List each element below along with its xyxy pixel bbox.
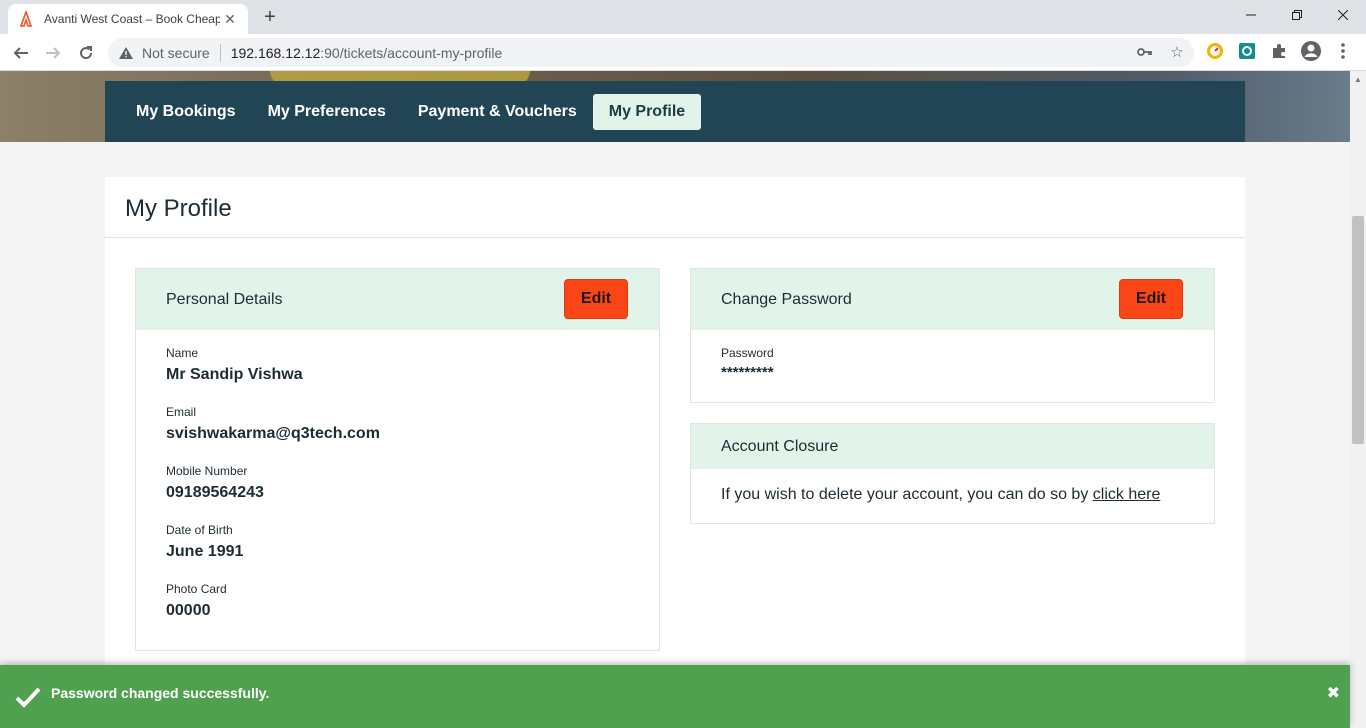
field-value: 09189564243 (166, 484, 264, 501)
url-path: :90/tickets/account-my-profile (320, 44, 503, 61)
avanti-favicon-icon (18, 11, 34, 27)
account-closure-heading: Account Closure (721, 437, 839, 455)
field-password: Password ********* (721, 346, 1214, 381)
edit-personal-details-button[interactable]: Edit (564, 279, 628, 319)
field-name: Name Mr Sandip Vishwa (166, 346, 659, 384)
field-value: Mr Sandip Vishwa (166, 366, 303, 383)
field-value: June 1991 (166, 543, 244, 560)
closure-message: If you wish to delete your account, you … (721, 486, 1093, 503)
field-label: Mobile Number (166, 464, 248, 478)
browser-tab[interactable]: Avanti West Coast – Book Cheap ✕ (8, 4, 248, 34)
toast-close-icon[interactable]: ✖ (1327, 683, 1340, 703)
account-closure-text: If you wish to delete your account, you … (691, 469, 1214, 521)
field-label: Photo Card (166, 582, 227, 596)
green-extension-icon[interactable] (1236, 40, 1258, 62)
field-photo-card: Photo Card 00000 (166, 582, 659, 620)
field-label: Password (721, 346, 774, 360)
field-dob: Date of Birth June 1991 (166, 523, 659, 561)
reload-icon[interactable] (73, 40, 99, 66)
field-label: Date of Birth (166, 523, 233, 537)
field-label: Email (166, 405, 197, 419)
browser-tab-bar: Avanti West Coast – Book Cheap ✕ + (0, 0, 1366, 34)
checkmark-icon (14, 683, 42, 711)
scrollbar-thumb[interactable] (1352, 216, 1364, 444)
omnibox-divider (219, 43, 221, 62)
title-divider (105, 237, 1245, 238)
delete-account-link[interactable]: click here (1093, 486, 1161, 503)
toast-message: Password changed successfully. (51, 684, 270, 701)
warning-icon[interactable] (118, 45, 134, 61)
edit-password-button[interactable]: Edit (1119, 279, 1183, 319)
back-arrow-icon[interactable] (8, 40, 34, 66)
kebab-menu-icon[interactable] (1332, 40, 1354, 62)
page-scrollbar[interactable]: ▲ (1350, 71, 1366, 728)
field-value: 00000 (166, 602, 211, 619)
profile-avatar-icon[interactable] (1300, 40, 1322, 62)
personal-details-header: Personal Details Edit (136, 269, 659, 330)
star-bookmark-icon[interactable]: ☆ (1168, 43, 1186, 61)
account-closure-header: Account Closure (691, 424, 1214, 469)
address-bar[interactable]: Not secure 192.168.12.12:90/tickets/acco… (108, 38, 1194, 67)
minimize-icon[interactable] (1228, 0, 1274, 30)
change-password-panel: Change Password Edit Password ********* (690, 268, 1215, 403)
account-subnav: My Bookings My Preferences Payment & Vou… (105, 81, 1245, 142)
field-email: Email svishwakarma@q3tech.com (166, 405, 659, 443)
personal-details-panel: Personal Details Edit Name Mr Sandip Vis… (135, 268, 660, 651)
browser-toolbar: Not secure 192.168.12.12:90/tickets/acco… (0, 34, 1366, 71)
speedometer-extension-icon[interactable] (1204, 40, 1226, 62)
key-icon[interactable] (1136, 43, 1154, 61)
field-value: svishwakarma@q3tech.com (166, 425, 380, 442)
subnav-my-preferences[interactable]: My Preferences (252, 94, 402, 130)
page-content: My Bookings My Preferences Payment & Vou… (0, 71, 1350, 728)
subnav-my-profile[interactable]: My Profile (592, 93, 702, 130)
profile-card: My Profile Personal Details Edit Name Mr… (105, 177, 1245, 728)
subnav-my-bookings[interactable]: My Bookings (120, 94, 252, 130)
change-password-header: Change Password Edit (691, 269, 1214, 330)
url-text[interactable]: 192.168.12.12:90/tickets/account-my-prof… (231, 45, 503, 61)
account-closure-panel: Account Closure If you wish to delete yo… (690, 423, 1215, 524)
url-host: 192.168.12.12 (230, 44, 321, 61)
puzzle-extensions-icon[interactable] (1268, 40, 1290, 62)
scroll-up-arrow-icon[interactable]: ▲ (1354, 75, 1362, 84)
tab-title: Avanti West Coast – Book Cheap (44, 12, 220, 26)
restore-icon[interactable] (1274, 0, 1320, 30)
new-tab-icon[interactable]: + (258, 5, 282, 29)
subnav-payment-vouchers[interactable]: Payment & Vouchers (402, 94, 593, 130)
window-controls (1228, 0, 1366, 30)
page-title: My Profile (125, 195, 232, 222)
not-secure-label[interactable]: Not secure (142, 45, 210, 61)
success-toast: Password changed successfully. ✖ (0, 665, 1350, 728)
field-label: Name (166, 346, 199, 360)
field-mobile: Mobile Number 09189564243 (166, 464, 659, 502)
close-window-icon[interactable] (1320, 0, 1366, 30)
personal-details-heading: Personal Details (166, 290, 283, 308)
tab-close-icon[interactable]: ✕ (222, 11, 238, 28)
forward-arrow-icon[interactable] (40, 40, 66, 66)
field-value: ********* (721, 364, 774, 381)
change-password-heading: Change Password (721, 290, 852, 308)
